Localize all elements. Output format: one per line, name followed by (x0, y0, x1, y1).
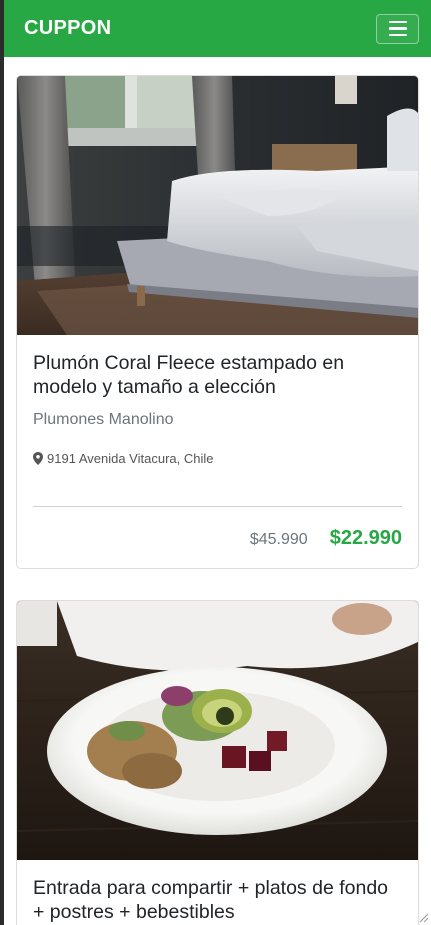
deal-card-body: Entrada para compartir + platos de fondo… (17, 860, 418, 925)
brand-logo[interactable]: CUPPON (24, 17, 111, 40)
new-price: $22.990 (329, 527, 402, 549)
deal-image-bedroom[interactable] (17, 76, 418, 335)
salad-plate-photo (17, 601, 418, 860)
map-marker-icon (33, 452, 43, 465)
navbar-toggler-button[interactable] (376, 13, 419, 44)
bedroom-photo (17, 76, 418, 335)
price-row: $45.990 $22.990 (33, 527, 402, 550)
deal-image-salad[interactable] (17, 601, 418, 860)
deal-card-body: Plumón Coral Fleece estampado en modelo … (17, 335, 418, 568)
deal-card[interactable]: Entrada para compartir + platos de fondo… (16, 600, 419, 925)
deal-location: 9191 Avenida Vitacura, Chile (33, 451, 402, 466)
app-frame: CUPPON Plumón Coral Fleece estampado en … (0, 0, 431, 925)
deal-card[interactable]: Plumón Coral Fleece estampado en modelo … (16, 75, 419, 569)
deal-title[interactable]: Entrada para compartir + platos de fondo… (33, 876, 402, 924)
deals-feed: Plumón Coral Fleece estampado en modelo … (4, 57, 431, 925)
deal-location-text: 9191 Avenida Vitacura, Chile (47, 451, 214, 466)
deal-merchant: Plumones Manolino (33, 411, 174, 428)
deal-title[interactable]: Plumón Coral Fleece estampado en modelo … (33, 351, 402, 399)
hamburger-menu-icon (388, 20, 407, 24)
old-price: $45.990 (249, 531, 308, 548)
navbar: CUPPON (4, 0, 431, 57)
resize-grip-icon[interactable] (419, 913, 429, 923)
divider (33, 506, 402, 507)
